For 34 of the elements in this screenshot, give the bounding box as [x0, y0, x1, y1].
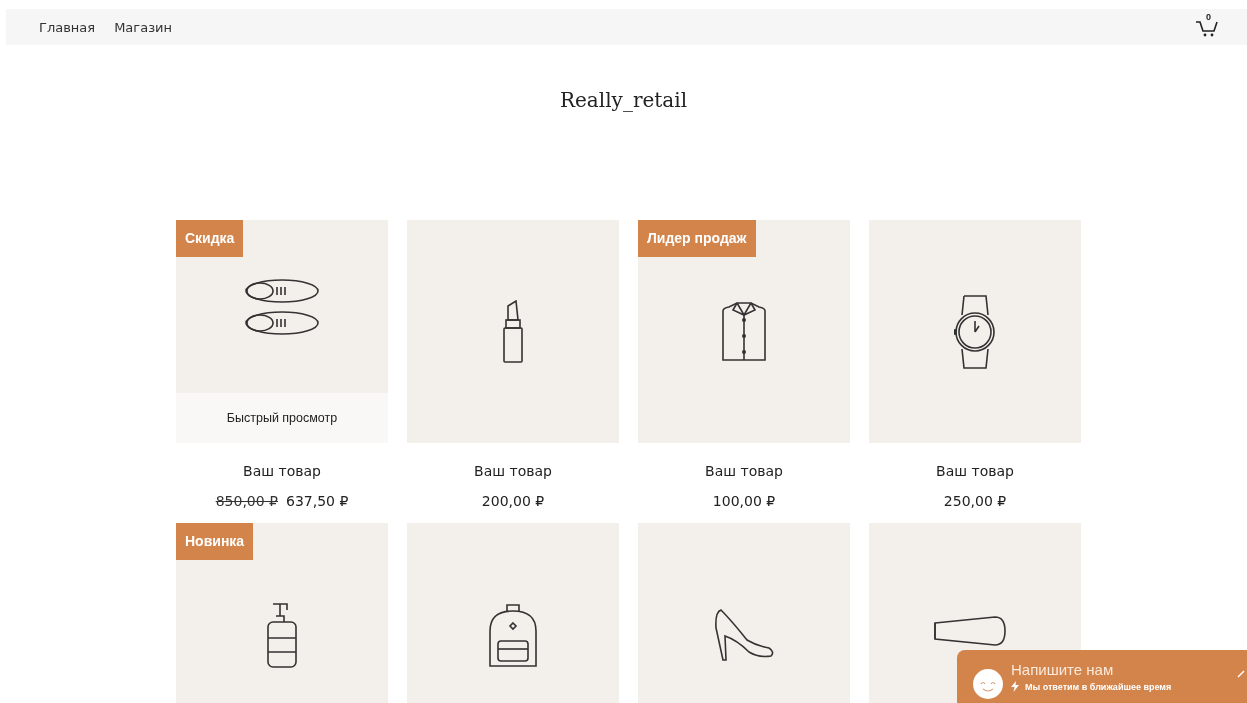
shirt-icon [719, 300, 769, 363]
high-heel-icon [713, 607, 775, 662]
cart-count: 0 [1206, 12, 1211, 22]
product-image-tile[interactable] [869, 220, 1081, 443]
product-badge: Лидер продаж [638, 220, 756, 257]
product-name[interactable]: Ваш товар [705, 463, 783, 479]
lightning-icon [1011, 681, 1019, 692]
cart-button[interactable]: 0 [1195, 15, 1221, 39]
product-badge: Новинка [176, 523, 254, 560]
old-price: 850,00 ₽ [215, 493, 278, 509]
product-price: 200,00 ₽ [481, 493, 545, 509]
product-image-tile[interactable] [638, 523, 850, 703]
dispenser-bottle-icon [265, 601, 299, 668]
lipstick-icon [502, 299, 524, 364]
shoes-icon [244, 276, 320, 337]
chat-title: Напишите нам [1011, 661, 1115, 678]
product-name[interactable]: Ваш товар [936, 463, 1014, 479]
product-image-tile[interactable] [407, 523, 619, 703]
product-name[interactable]: Ваш товар [474, 463, 552, 479]
product-price: 250,00 ₽ [943, 493, 1007, 509]
backpack-icon [488, 602, 538, 667]
product-badge: Скидка [176, 220, 244, 257]
nav-link[interactable]: Магазин [114, 19, 172, 35]
smiley-icon [973, 669, 1003, 699]
product-name[interactable]: Ваш товар [243, 463, 321, 479]
product-price: 637,50 ₽ [286, 493, 349, 509]
watch-icon [954, 294, 996, 369]
product-image-tile[interactable]: Скидка Быстрый просмотр [176, 220, 388, 443]
quick-view-button[interactable]: Быстрый просмотр [176, 393, 388, 443]
chat-subtitle: Мы ответим в ближайшее время [1025, 681, 1172, 692]
product-image-tile[interactable] [407, 220, 619, 443]
site-title: Really_retail [558, 87, 689, 114]
nav-link[interactable]: Главная [39, 19, 96, 35]
product-price: 100,00 ₽ [712, 493, 776, 509]
